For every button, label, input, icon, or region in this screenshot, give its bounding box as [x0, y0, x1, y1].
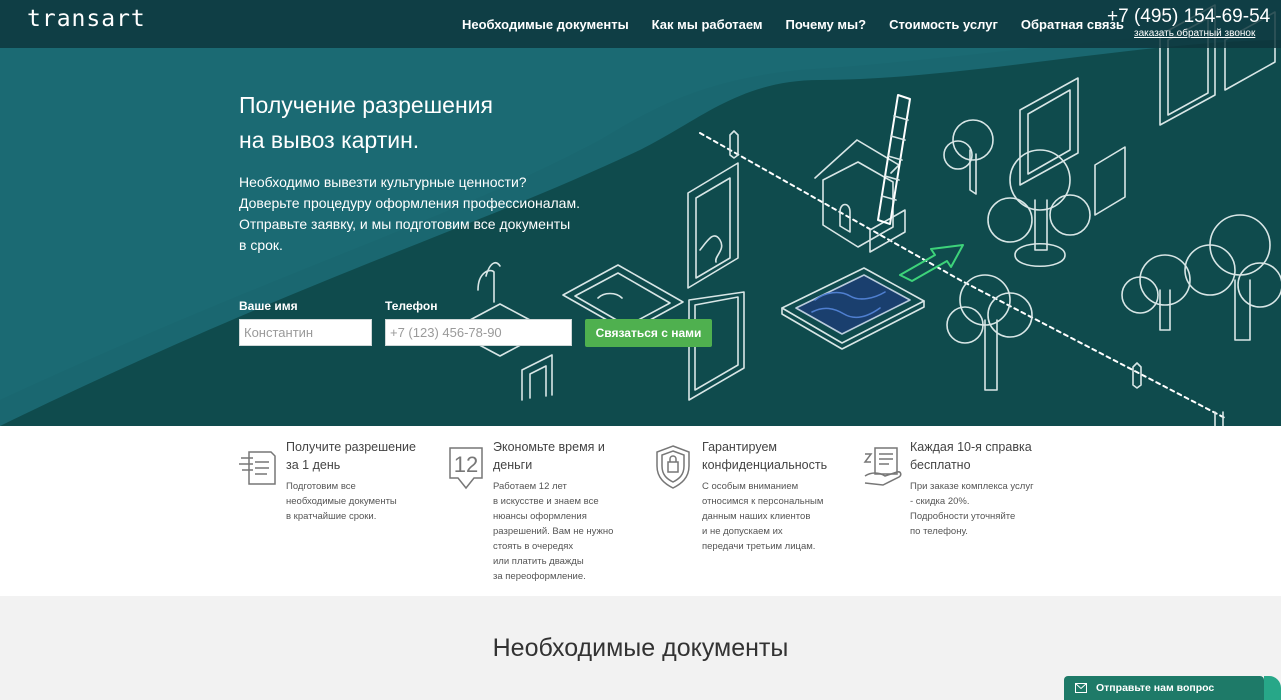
feature-title: Каждая 10-я справка бесплатно	[910, 438, 1032, 474]
shield-lock-icon	[656, 445, 690, 489]
feature-title: Экономьте время и деньги	[493, 438, 605, 474]
fast-doc-icon	[239, 451, 276, 485]
feature-text-line: и не допускаем их	[702, 526, 783, 537]
feature-text-line: нюансы оформления	[493, 511, 587, 522]
feature-title: Получите разрешение за 1 день	[286, 438, 416, 474]
hero-desc-line: Необходимо вывезти культурные ценности?	[239, 174, 527, 190]
feature-text-line: относимся к персональным	[702, 496, 824, 507]
feature-title-line: Каждая 10-я справка	[910, 440, 1032, 454]
feature-title-line: Гарантируем	[702, 440, 777, 454]
site-header: transart Необходимые документы Как мы ра…	[0, 0, 1281, 48]
feature-text-line: передачи третьим лицам.	[702, 541, 816, 552]
feature-text-line: данным наших клиентов	[702, 511, 811, 522]
phone-number[interactable]: +7 (495) 154-69-54	[1107, 6, 1270, 28]
nav-documents[interactable]: Необходимые документы	[462, 17, 629, 32]
feature-title-line: бесплатно	[910, 458, 971, 472]
phone-label: Телефон	[385, 299, 438, 313]
hero-section: Получение разрешения на вывоз картин. Не…	[0, 0, 1281, 426]
feature-text-line: необходимые документы	[286, 496, 397, 507]
nav-pricing[interactable]: Стоимость услуг	[889, 17, 998, 32]
main-nav: Необходимые документы Как мы работаем По…	[462, 17, 1147, 32]
feature-text-line: Работаем 12 лет	[493, 481, 567, 492]
phone-input[interactable]	[385, 319, 572, 346]
hero-desc-line: Доверьте процедуру оформления профессион…	[239, 195, 580, 211]
feature-text-line: С особым вниманием	[702, 481, 799, 492]
feature-title-line: за 1 день	[286, 458, 341, 472]
features-section: Получите разрешение за 1 день Подготовим…	[0, 426, 1281, 596]
feature-title-line: конфиденциальность	[702, 458, 828, 472]
hero-title-line: на вывоз картин.	[239, 127, 420, 153]
isometric-illustration	[469, 4, 1281, 426]
feature-title: Гарантируем конфиденциальность	[702, 438, 827, 474]
feature-text-line: в кратчайшие сроки.	[286, 511, 377, 522]
hero-desc-line: в срок.	[239, 237, 283, 253]
feature-text-line: стоять в очередях	[493, 541, 574, 552]
feature-text-line: или платить дважды	[493, 556, 584, 567]
send-question-label: Отправьте нам вопрос	[1096, 682, 1215, 694]
section-title: Необходимые документы	[492, 634, 789, 662]
feature-text-line: по телефону.	[910, 526, 968, 537]
hero-title: Получение разрешения на вывоз картин.	[239, 88, 493, 158]
hero-desc-line: Отправьте заявку, и мы подготовим все до…	[239, 216, 571, 232]
feature-title-line: Экономьте время и	[493, 440, 605, 454]
feature-text-line: разрешений. Вам не нужно	[493, 526, 614, 537]
logo[interactable]: transart	[27, 6, 146, 32]
send-question-button[interactable]: Отправьте нам вопрос	[1064, 676, 1264, 700]
hero-description: Необходимо вывезти культурные ценности? …	[239, 172, 580, 256]
feature-text-line: Подготовим все	[286, 481, 356, 492]
feature-text-line: - скидка 20%.	[910, 496, 970, 507]
send-question-corner	[1264, 676, 1281, 700]
nav-how-we-work[interactable]: Как мы работаем	[652, 17, 763, 32]
feature-title-line: деньги	[493, 458, 533, 472]
name-input[interactable]	[239, 319, 372, 346]
feature-text: С особым вниманием относимся к персональ…	[702, 479, 823, 554]
feature-title-line: Получите разрешение	[286, 440, 416, 454]
feature-text-line: в искусстве и знаем все	[493, 496, 599, 507]
feature-text: Подготовим все необходимые документы в к…	[286, 479, 397, 524]
hero-title-line: Получение разрешения	[239, 92, 493, 118]
mail-icon	[1075, 683, 1087, 693]
name-label: Ваше имя	[239, 299, 298, 313]
free-document-icon	[863, 447, 902, 486]
badge-number: 12	[454, 452, 478, 477]
feature-text: Работаем 12 лет в искусстве и знаем все …	[493, 479, 613, 584]
feature-text-line: При заказе комплекса услуг	[910, 481, 1034, 492]
nav-why-us[interactable]: Почему мы?	[786, 17, 867, 32]
feature-text-line: Подробности уточняйте	[910, 511, 1016, 522]
feature-text: При заказе комплекса услуг - скидка 20%.…	[910, 479, 1034, 539]
feature-text-line: за переоформление.	[493, 571, 586, 582]
callback-link[interactable]: заказать обратный звонок	[1134, 28, 1255, 39]
twelve-years-badge-icon: 12	[449, 447, 483, 490]
contact-us-button[interactable]: Связаться с нами	[585, 319, 712, 347]
